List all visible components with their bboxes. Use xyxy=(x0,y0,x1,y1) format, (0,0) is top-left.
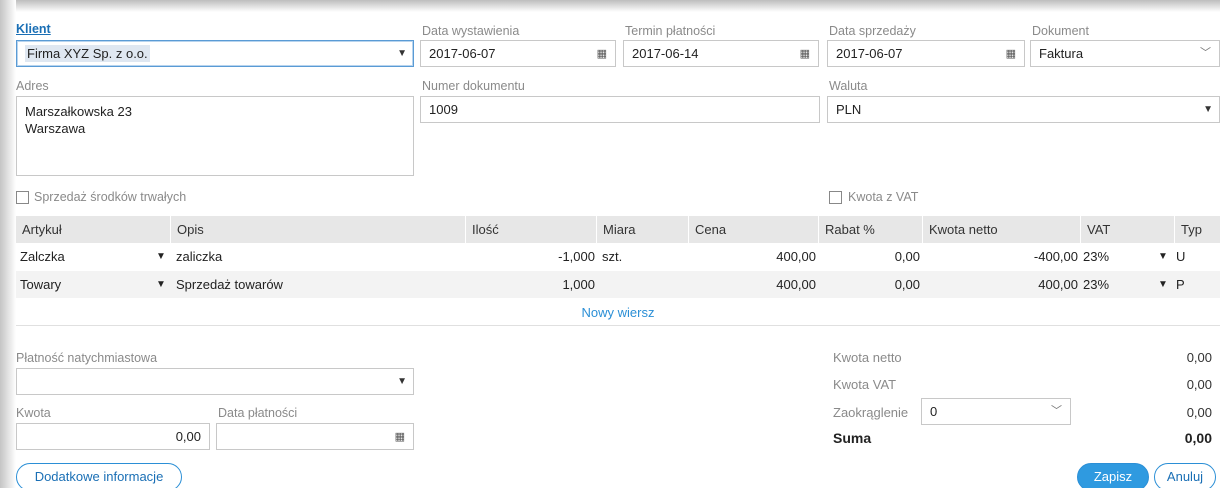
due-date-value: 2017-06-14 xyxy=(632,46,699,61)
issue-date-value: 2017-06-07 xyxy=(429,46,496,61)
additional-info-button[interactable]: Dodatkowe informacje xyxy=(16,463,182,488)
amount-value: 0,00 xyxy=(175,429,201,444)
currency-label: Waluta xyxy=(829,79,868,93)
dropdown-arrow-icon: ▼ xyxy=(1203,104,1213,115)
due-date-input[interactable]: 2017-06-14 ▦ xyxy=(623,40,819,67)
currency-select[interactable]: PLN ▼ xyxy=(827,96,1220,123)
gross-amount-checkbox[interactable] xyxy=(829,191,842,204)
cell-vat[interactable]: 23% xyxy=(1083,243,1109,270)
sale-date-label: Data sprzedaży xyxy=(829,24,916,38)
col-header-discount[interactable]: Rabat % xyxy=(818,216,922,243)
net-total-value: 0,00 xyxy=(1186,350,1212,365)
cell-type[interactable]: U xyxy=(1176,243,1185,270)
rounding-label: Zaokrąglenie xyxy=(833,405,909,420)
cell-quantity[interactable]: -1,000 xyxy=(465,243,595,270)
payment-label: Płatność natychmiastowa xyxy=(16,351,158,365)
amount-label: Kwota xyxy=(16,406,51,420)
sale-date-value: 2017-06-07 xyxy=(836,46,903,61)
amount-input[interactable]: 0,00 xyxy=(16,423,210,450)
issue-date-label: Data wystawienia xyxy=(422,24,520,38)
total-label: Suma xyxy=(833,430,872,446)
new-row-link[interactable]: Nowy wiersz xyxy=(16,300,1220,326)
calendar-icon[interactable]: ▦ xyxy=(800,42,810,66)
col-header-price[interactable]: Cena xyxy=(688,216,818,243)
gross-amount-label: Kwota z VAT xyxy=(848,190,919,204)
table-row[interactable]: Zalczka ▼ zaliczka -1,000 szt. 400,00 0,… xyxy=(16,243,1220,270)
dropdown-arrow-icon: ▼ xyxy=(397,48,407,59)
calendar-icon[interactable]: ▦ xyxy=(1006,42,1016,66)
cell-net-amount[interactable]: -400,00 xyxy=(922,243,1078,270)
cell-description[interactable]: zaliczka xyxy=(176,243,222,270)
dropdown-arrow-icon: ▼ xyxy=(397,376,407,387)
cell-vat[interactable]: 23% xyxy=(1083,271,1109,298)
table-row[interactable]: Towary ▼ Sprzedaż towarów 1,000 400,00 0… xyxy=(16,271,1220,298)
client-select[interactable]: Firma XYZ Sp. z o.o. ▼ xyxy=(16,40,414,67)
col-header-net-amount[interactable]: Kwota netto xyxy=(922,216,1080,243)
payment-select[interactable]: ▼ xyxy=(16,368,414,395)
chevron-down-icon: ﹀ xyxy=(1200,47,1211,59)
col-header-unit[interactable]: Miara xyxy=(596,216,688,243)
currency-value: PLN xyxy=(836,102,862,117)
window-shadow xyxy=(0,0,1220,12)
cell-type[interactable]: P xyxy=(1176,271,1185,298)
rounding-value: 0,00 xyxy=(1186,405,1212,420)
doc-number-label: Numer dokumentu xyxy=(422,79,525,93)
net-total-label: Kwota netto xyxy=(833,350,902,365)
address-label: Adres xyxy=(16,79,49,93)
address-textarea[interactable]: Marszałkowska 23 Warszawa xyxy=(16,96,414,176)
client-label-link[interactable]: Klient xyxy=(16,22,51,36)
dropdown-arrow-icon[interactable]: ▼ xyxy=(1158,271,1168,298)
vat-total-label: Kwota VAT xyxy=(833,377,897,392)
rounding-select[interactable]: 0 ﹀ xyxy=(921,398,1071,425)
window-shadow xyxy=(0,0,16,488)
cell-discount[interactable]: 0,00 xyxy=(818,243,920,270)
document-select[interactable]: Faktura ﹀ xyxy=(1030,40,1220,67)
cell-net-amount[interactable]: 400,00 xyxy=(922,271,1078,298)
doc-number-value: 1009 xyxy=(429,102,458,117)
vat-total-value: 0,00 xyxy=(1186,377,1212,392)
address-line-1: Marszałkowska 23 xyxy=(25,104,132,119)
calendar-icon[interactable]: ▦ xyxy=(597,42,607,66)
due-date-label: Termin płatności xyxy=(625,24,716,38)
invoice-form: Klient Data wystawienia Termin płatności… xyxy=(0,0,1220,488)
col-header-description[interactable]: Opis xyxy=(170,216,480,243)
issue-date-input[interactable]: 2017-06-07 ▦ xyxy=(420,40,616,67)
cell-discount[interactable]: 0,00 xyxy=(818,271,920,298)
cell-unit[interactable]: szt. xyxy=(602,243,622,270)
calendar-icon[interactable]: ▦ xyxy=(395,425,405,449)
fixed-assets-checkbox[interactable] xyxy=(16,191,29,204)
cell-article[interactable]: Towary xyxy=(20,271,61,298)
save-button[interactable]: Zapisz xyxy=(1077,463,1149,488)
items-table-header: Artykuł Opis Ilość Miara Cena Rabat % Kw… xyxy=(16,216,1220,243)
col-header-quantity[interactable]: Ilość xyxy=(465,216,595,243)
total-value: 0,00 xyxy=(1184,430,1212,446)
doc-number-input[interactable]: 1009 xyxy=(420,96,820,123)
cell-article[interactable]: Zalczka xyxy=(20,243,65,270)
cell-price[interactable]: 400,00 xyxy=(688,243,816,270)
col-header-article[interactable]: Artykuł xyxy=(16,216,166,243)
dropdown-arrow-icon[interactable]: ▼ xyxy=(156,271,166,298)
cancel-button[interactable]: Anuluj xyxy=(1154,463,1216,488)
fixed-assets-label: Sprzedaż środków trwałych xyxy=(34,190,187,204)
payment-date-label: Data płatności xyxy=(218,406,298,420)
sale-date-input[interactable]: 2017-06-07 ▦ xyxy=(827,40,1025,67)
document-label: Dokument xyxy=(1032,24,1089,38)
col-header-type[interactable]: Typ xyxy=(1174,216,1220,243)
cell-description[interactable]: Sprzedaż towarów xyxy=(176,271,283,298)
client-value: Firma XYZ Sp. z o.o. xyxy=(25,45,150,62)
col-header-vat[interactable]: VAT xyxy=(1080,216,1174,243)
dropdown-arrow-icon[interactable]: ▼ xyxy=(156,243,166,270)
payment-date-input[interactable]: ▦ xyxy=(216,423,414,450)
chevron-down-icon: ﹀ xyxy=(1051,405,1062,417)
cell-price[interactable]: 400,00 xyxy=(688,271,816,298)
address-line-2: Warszawa xyxy=(25,121,86,136)
dropdown-arrow-icon[interactable]: ▼ xyxy=(1158,243,1168,270)
cell-quantity[interactable]: 1,000 xyxy=(465,271,595,298)
rounding-option: 0 xyxy=(930,404,938,419)
document-value: Faktura xyxy=(1039,46,1084,61)
